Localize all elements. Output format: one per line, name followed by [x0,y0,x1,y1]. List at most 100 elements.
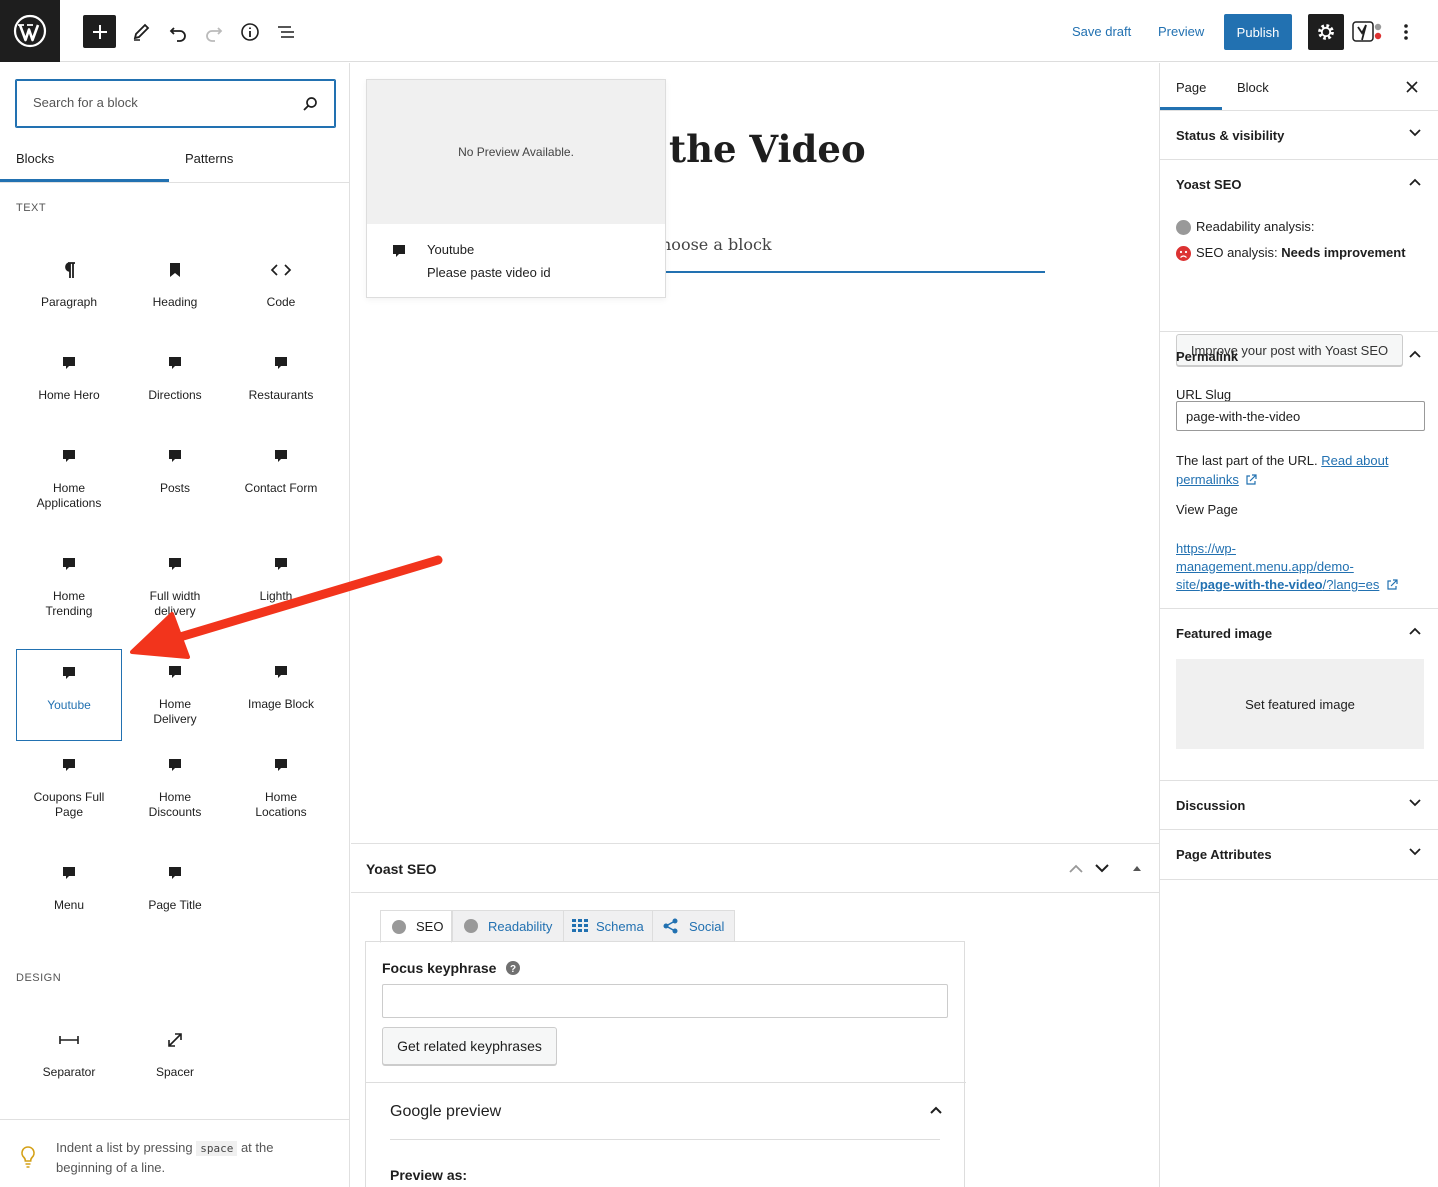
block-full-width-delivery[interactable]: Full width delivery [122,553,228,619]
read-about-link[interactable]: Read about [1321,453,1388,468]
yoast-tab-schema[interactable]: Schema [563,910,653,942]
comment-icon [228,754,334,776]
block-paragraph[interactable]: Paragraph [16,259,122,310]
block-label: Separator [42,1065,96,1079]
save-draft-button[interactable]: Save draft [1072,24,1131,39]
block-heading[interactable]: Heading [122,259,228,310]
panel-title: Status & visibility [1176,128,1285,143]
url-slug-input[interactable]: page-with-the-video [1176,401,1425,431]
block-posts[interactable]: Posts [122,445,228,496]
redo-icon[interactable] [197,15,231,49]
edit-pencil-icon[interactable] [124,15,158,49]
panel-title[interactable]: Permalink [1176,349,1238,364]
block-home-hero[interactable]: Home Hero [16,352,122,403]
view-page-label: View Page [1176,502,1238,517]
comment-icon [16,862,122,884]
block-image-block[interactable]: Image Block [228,661,334,712]
tip-text: Indent a list by pressing space at the b… [56,1138,316,1177]
block-label: Paragraph [40,295,98,309]
panel-title[interactable]: Yoast SEO [1176,177,1242,192]
help-icon[interactable]: ? [506,961,521,975]
code-icon [228,259,334,281]
block-home-trending[interactable]: Home Trending [16,553,122,619]
block-home-locations[interactable]: Home Locations [228,754,334,820]
block-youtube[interactable]: Youtube [16,649,122,741]
block-menu[interactable]: Menu [16,862,122,913]
block-separator[interactable]: Separator [16,1029,122,1080]
undo-icon[interactable] [161,15,195,49]
info-icon[interactable] [233,15,267,49]
google-preview-heading[interactable]: Google preview [390,1103,501,1121]
block-contact-form[interactable]: Contact Form [228,445,334,496]
list-view-icon[interactable] [269,15,303,49]
block-spacer[interactable]: Spacer [122,1029,228,1080]
close-icon[interactable] [1406,81,1418,93]
comment-icon [228,661,334,683]
block-coupons-full-page[interactable]: Coupons Full Page [16,754,122,820]
block-label: Home Delivery [153,697,197,726]
panel-yoast-seo: Yoast SEO Readability analysis: SEO anal… [1160,160,1438,366]
block-code[interactable]: Code [228,259,334,310]
comment-icon [16,352,122,374]
publish-button[interactable]: Publish [1224,14,1292,50]
yoast-logo-icon[interactable] [1352,20,1386,44]
block-label: Home Hero [38,388,100,402]
permalinks-link[interactable]: permalinks [1176,472,1239,487]
comment-icon [228,352,334,374]
preview-button[interactable]: Preview [1158,24,1204,39]
block-home-delivery[interactable]: Home Delivery [122,661,228,727]
move-down-icon[interactable] [1094,862,1110,874]
yoast-tab-social[interactable]: Social [652,910,735,942]
block-directions[interactable]: Directions [122,352,228,403]
preview-area: No Preview Available. [367,80,665,224]
settings-sidebar: Page Block Status & visibility Yoast SEO… [1159,63,1438,1187]
block-label: Youtube [47,698,91,712]
chevron-up-icon[interactable] [1409,178,1421,186]
active-tab-indicator [0,179,169,182]
get-related-keyphrases-button[interactable]: Get related keyphrases [382,1027,557,1065]
tab-blocks[interactable]: Blocks [16,151,54,166]
tab-block[interactable]: Block [1237,80,1269,95]
yoast-tab-readability[interactable]: Readability [452,910,564,942]
chevron-down-icon [1409,848,1421,856]
block-home-applications[interactable]: Home Applications [16,445,122,511]
block-search-input[interactable]: Search for a block [15,79,336,128]
block-home-discounts[interactable]: Home Discounts [122,754,228,820]
chevron-up-icon[interactable] [1409,350,1421,358]
block-inserter-panel: Search for a block Blocks Patterns TEXT … [0,63,350,1187]
preview-block-title: Youtube [427,242,475,257]
block-label: Contact Form [244,481,318,495]
comment-icon [122,553,228,575]
tab-label: SEO [416,919,444,934]
url-slug-label: URL Slug [1176,387,1232,402]
chevron-up-icon[interactable] [929,1105,943,1115]
post-title[interactable]: the Video [669,127,866,171]
focus-keyphrase-input[interactable] [382,984,948,1018]
keyboard-key: space [196,1141,238,1156]
move-up-icon[interactable] [1068,862,1084,874]
page-url-link[interactable]: https://wp- management.menu.app/demo- si… [1176,540,1431,594]
preview-block-description: Please paste video id [427,265,551,280]
url-part: https://wp- [1176,541,1236,556]
block-page-title[interactable]: Page Title [122,862,228,913]
settings-gear-icon[interactable] [1308,14,1344,50]
wordpress-logo-icon[interactable] [0,0,60,62]
block-appender-placeholder[interactable]: noose a block [661,235,772,254]
add-block-button[interactable] [83,15,116,48]
more-options-icon[interactable] [1398,22,1414,42]
collapse-toggle-icon[interactable] [1131,863,1143,873]
panel-status-visibility[interactable]: Status & visibility [1160,111,1438,160]
panel-title: Page Attributes [1176,847,1272,862]
google-preview-section: Google preview Preview as: [366,1082,966,1187]
block-restaurants[interactable]: Restaurants [228,352,334,403]
block-label: Lighth... [259,589,303,603]
panel-title[interactable]: Featured image [1176,626,1272,641]
chevron-up-icon[interactable] [1409,627,1421,635]
set-featured-image-button[interactable]: Set featured image [1176,659,1424,749]
tab-patterns[interactable]: Patterns [185,151,233,166]
panel-page-attributes[interactable]: Page Attributes [1160,830,1438,880]
tab-page[interactable]: Page [1176,80,1206,95]
block-lighth[interactable]: Lighth... [228,553,334,604]
yoast-tab-seo[interactable]: SEO [380,910,452,943]
panel-discussion[interactable]: Discussion [1160,781,1438,830]
